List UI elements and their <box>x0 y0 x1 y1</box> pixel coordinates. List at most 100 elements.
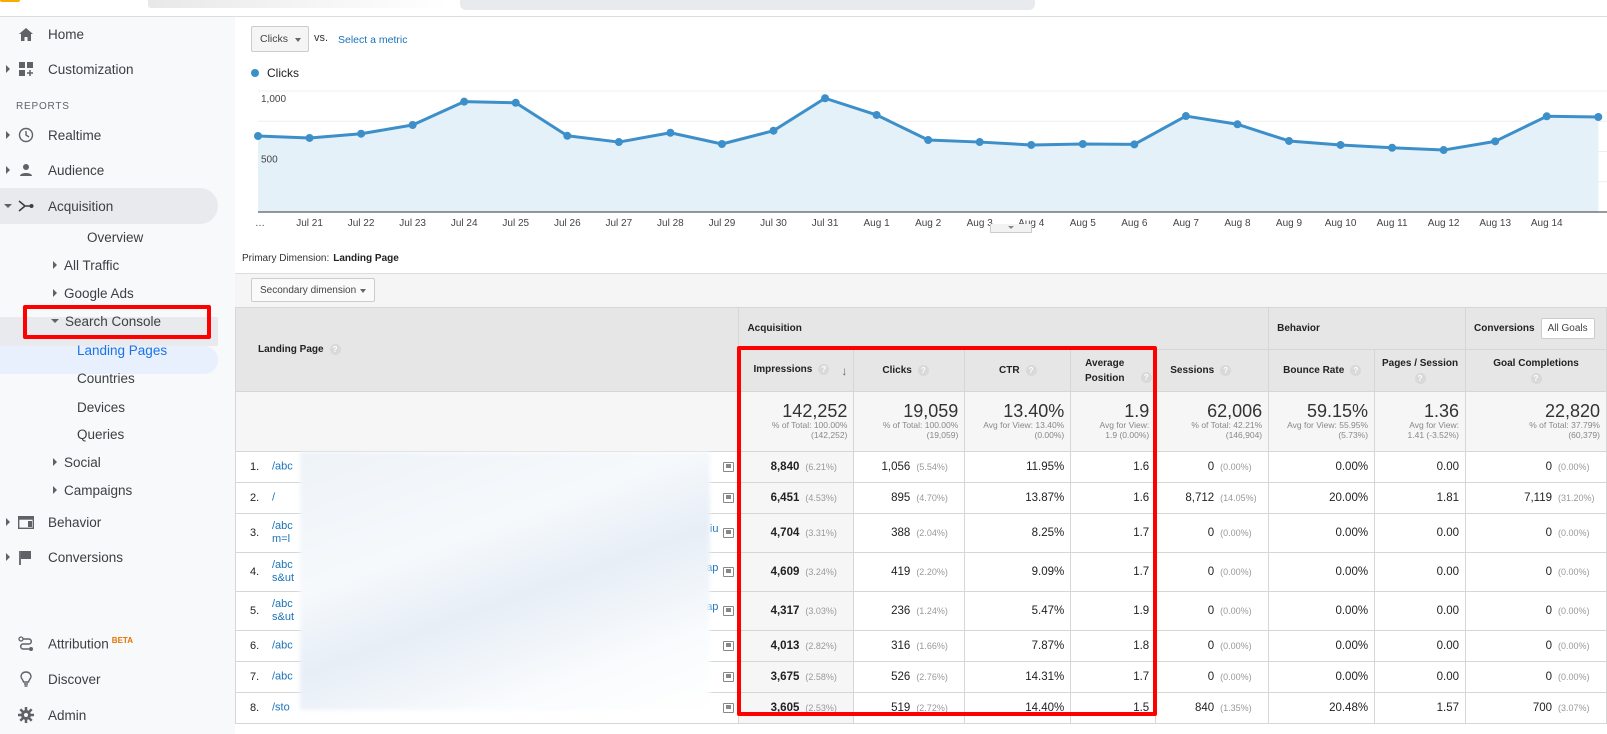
landing-page-link[interactable]: /abc m=l <box>272 520 293 546</box>
primary-dimension: Primary Dimension: Landing Page <box>242 253 399 264</box>
sidebar-subitem-queries[interactable]: Queries <box>77 420 124 448</box>
sidebar-subitem-campaigns[interactable]: Campaigns <box>53 476 132 504</box>
impressions-header[interactable]: Impressions? ↓ <box>738 349 855 392</box>
open-external-icon[interactable] <box>723 703 735 713</box>
sidebar-item-customization[interactable]: Customization <box>0 51 218 87</box>
open-external-icon[interactable] <box>723 606 735 616</box>
total-value: 22,820 <box>1544 401 1600 421</box>
open-external-icon[interactable] <box>723 462 735 472</box>
sidebar-subitem-landing-pages[interactable]: Landing Pages <box>77 336 167 364</box>
cell-value: 1,056 <box>881 461 911 473</box>
open-external-icon[interactable] <box>723 493 735 503</box>
open-external-icon[interactable] <box>723 567 735 577</box>
pages-per-session-cell: 0.00 <box>1374 451 1467 483</box>
sidebar-item-admin[interactable]: Admin <box>0 697 218 733</box>
help-icon[interactable]: ? <box>1350 364 1362 376</box>
data-point <box>1388 143 1397 152</box>
x-tick-label: Aug 2 <box>915 218 942 229</box>
help-icon[interactable]: ? <box>1025 364 1037 376</box>
clicks-cell: 236 (1.24%) <box>853 591 966 631</box>
cell-value: 3,675 <box>770 671 800 683</box>
sidebar-item-realtime[interactable]: Realtime <box>0 117 218 153</box>
x-tick-label: Aug 5 <box>1070 218 1097 229</box>
help-icon[interactable]: ? <box>818 363 830 375</box>
chart-collapse-toggle[interactable] <box>990 224 1032 233</box>
x-tick-label: Jul 29 <box>709 218 736 229</box>
sidebar-item-audience[interactable]: Audience <box>0 152 218 188</box>
bounce-rate-header[interactable]: Bounce Rate? <box>1268 349 1376 392</box>
goal-completions-header[interactable]: Goal Completions? <box>1465 349 1607 392</box>
average-position-cell: 1.7 <box>1070 661 1157 693</box>
sidebar-subitem-google-ads[interactable]: Google Ads <box>53 279 134 307</box>
open-external-icon[interactable] <box>723 641 735 651</box>
account-selector-redacted[interactable] <box>148 0 448 8</box>
pages-per-session-header[interactable]: Pages / Session? <box>1374 349 1467 392</box>
data-point <box>717 139 726 148</box>
analytics-logo[interactable] <box>0 0 20 2</box>
sessions-header[interactable]: Sessions? <box>1155 349 1270 392</box>
sidebar-subitem-search-console[interactable]: Search Console <box>51 307 161 335</box>
goal-selector-dropdown[interactable]: All Goals <box>1540 318 1595 339</box>
help-icon[interactable]: ? <box>1220 364 1232 376</box>
landing-page-link[interactable]: / <box>272 492 275 505</box>
column-label: Impressions <box>753 363 813 375</box>
help-icon[interactable]: ? <box>1414 372 1426 384</box>
data-point <box>1027 140 1036 149</box>
help-icon[interactable]: ? <box>1140 372 1152 384</box>
landing-page-link[interactable]: /abc <box>272 671 293 684</box>
percent-of-total: (0.00%) <box>1220 462 1252 472</box>
landing-page-link[interactable]: /abc <box>272 461 293 474</box>
average-position-header[interactable]: Average Position? <box>1070 349 1157 392</box>
sidebar-item-home[interactable]: Home <box>0 16 218 52</box>
metric-selector[interactable]: Clicks <box>251 26 309 52</box>
cell-value: 0 <box>1545 461 1552 473</box>
sidebar-subitem-countries[interactable]: Countries <box>77 364 135 392</box>
cell-value: 0 <box>1207 566 1215 578</box>
total-sub: (60,379) <box>1568 430 1600 440</box>
x-tick-label: Aug 14 <box>1531 218 1563 229</box>
secondary-dimension-dropdown[interactable]: Secondary dimension <box>251 278 375 302</box>
clicks-header[interactable]: Clicks? <box>853 349 966 392</box>
sidebar-item-conversions[interactable]: Conversions <box>0 539 218 575</box>
help-icon[interactable]: ? <box>1530 372 1542 384</box>
landing-page-link[interactable]: /sto <box>272 702 290 715</box>
sidebar-subitem-devices[interactable]: Devices <box>77 393 125 421</box>
clicks-line-chart: 1,000 500 … Jul 21 Jul 22 Jul 23 Jul 24 Jul 25 J… <box>254 90 1607 229</box>
landing-page-link[interactable]: /abc s&ut <box>272 559 294 585</box>
percent-of-total: (3.07%) <box>1558 703 1590 713</box>
landing-page-link[interactable]: /abc <box>272 640 293 653</box>
cell-value: 519 <box>891 702 911 714</box>
open-external-icon[interactable] <box>723 672 735 682</box>
help-icon[interactable]: ? <box>917 364 929 376</box>
percent-of-total: (3.31%) <box>805 528 837 538</box>
caret-right-icon <box>53 458 57 466</box>
search-bar[interactable] <box>460 0 1035 10</box>
sidebar-subitem-overview[interactable]: Overview <box>87 223 143 251</box>
open-external-icon[interactable] <box>723 528 735 538</box>
sidebar-item-behavior[interactable]: Behavior <box>0 504 218 540</box>
sidebar-item-acquisition[interactable]: Acquisition <box>0 188 218 224</box>
landing-page-link[interactable]: /abc s&ut <box>272 598 294 624</box>
select-metric-link[interactable]: Select a metric <box>338 34 407 46</box>
goal-completions-cell: 7,119 (31.20%) <box>1465 482 1607 514</box>
total-cell: 142,252% of Total: 100.00% (142,252) <box>738 391 855 452</box>
sidebar-subitem-social[interactable]: Social <box>53 448 101 476</box>
impressions-cell: 6,451 (4.53%) <box>738 482 855 514</box>
clicks-cell: 1,056 (5.54%) <box>853 451 966 483</box>
cell-value: 8,840 <box>770 461 800 473</box>
sort-descending-icon[interactable]: ↓ <box>841 364 847 378</box>
x-tick-label: Aug 9 <box>1276 218 1303 229</box>
help-icon[interactable]: ? <box>329 343 341 355</box>
data-point <box>511 98 520 107</box>
sidebar-item-label: Conversions <box>48 549 124 565</box>
primary-dimension-value[interactable]: Landing Page <box>333 253 399 264</box>
sidebar-subitem-all-traffic[interactable]: All Traffic <box>53 251 119 279</box>
sidebar-item-attribution[interactable]: Attribution BETA <box>0 626 218 662</box>
ctr-header[interactable]: CTR? <box>964 349 1072 392</box>
x-tick-label: Jul 28 <box>657 218 684 229</box>
bounce-rate-cell: 20.00% <box>1268 482 1376 514</box>
percent-of-total: (1.24%) <box>916 606 948 616</box>
landing-page-header[interactable]: Landing Page? <box>234 307 740 392</box>
subitem-label: Social <box>64 454 101 470</box>
sidebar-item-discover[interactable]: Discover <box>0 661 218 697</box>
